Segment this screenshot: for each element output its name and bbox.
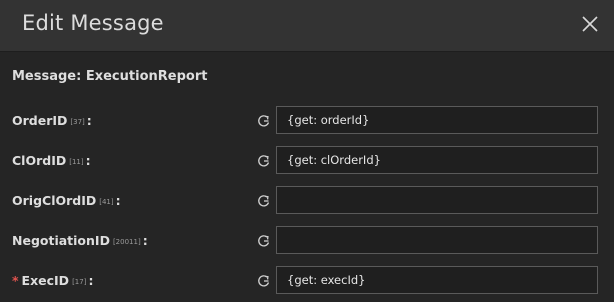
required-marker: * xyxy=(12,273,19,288)
dialog-title: Edit Message xyxy=(22,11,164,35)
field-label: OrigClOrdID [41]: xyxy=(12,193,121,208)
field-name: ClOrdID xyxy=(12,153,67,168)
reset-icon[interactable] xyxy=(256,113,272,129)
field-row-clordid: ClOrdID [11]: xyxy=(0,146,614,176)
reset-icon[interactable] xyxy=(256,233,272,249)
negotiationid-input[interactable] xyxy=(276,226,598,254)
message-section-title: Message: ExecutionReport xyxy=(12,69,208,84)
orderid-input[interactable] xyxy=(276,106,598,134)
field-name: OrigClOrdID xyxy=(12,193,97,208)
origclordid-input[interactable] xyxy=(276,186,598,214)
field-row-negotiationid: NegotiationID [20011]: xyxy=(0,226,614,256)
field-row-orderid: OrderID [37]: xyxy=(0,106,614,136)
field-label: ClOrdID [11]: xyxy=(12,153,91,168)
field-tag: [11] xyxy=(69,158,84,166)
field-tag: [37] xyxy=(70,118,85,126)
clordid-input[interactable] xyxy=(276,146,598,174)
field-label: * ExecID [17]: xyxy=(12,273,94,288)
dialog-header: Edit Message xyxy=(0,0,614,52)
field-name: ExecID xyxy=(21,273,70,288)
field-label: NegotiationID [20011]: xyxy=(12,233,148,248)
reset-icon[interactable] xyxy=(256,153,272,169)
field-tag: [17] xyxy=(72,278,87,286)
field-label: OrderID [37]: xyxy=(12,113,92,128)
reset-icon[interactable] xyxy=(256,273,272,289)
reset-icon[interactable] xyxy=(256,193,272,209)
edit-message-dialog: Edit Message Message: ExecutionReport Or… xyxy=(0,0,614,302)
execid-input[interactable] xyxy=(276,266,598,294)
field-row-execid: * ExecID [17]: xyxy=(0,266,614,296)
close-icon[interactable] xyxy=(579,13,601,35)
field-row-origclordid: OrigClOrdID [41]: xyxy=(0,186,614,216)
field-tag: [41] xyxy=(99,198,114,206)
field-name: NegotiationID xyxy=(12,233,110,248)
field-tag: [20011] xyxy=(112,238,141,246)
field-name: OrderID xyxy=(12,113,68,128)
